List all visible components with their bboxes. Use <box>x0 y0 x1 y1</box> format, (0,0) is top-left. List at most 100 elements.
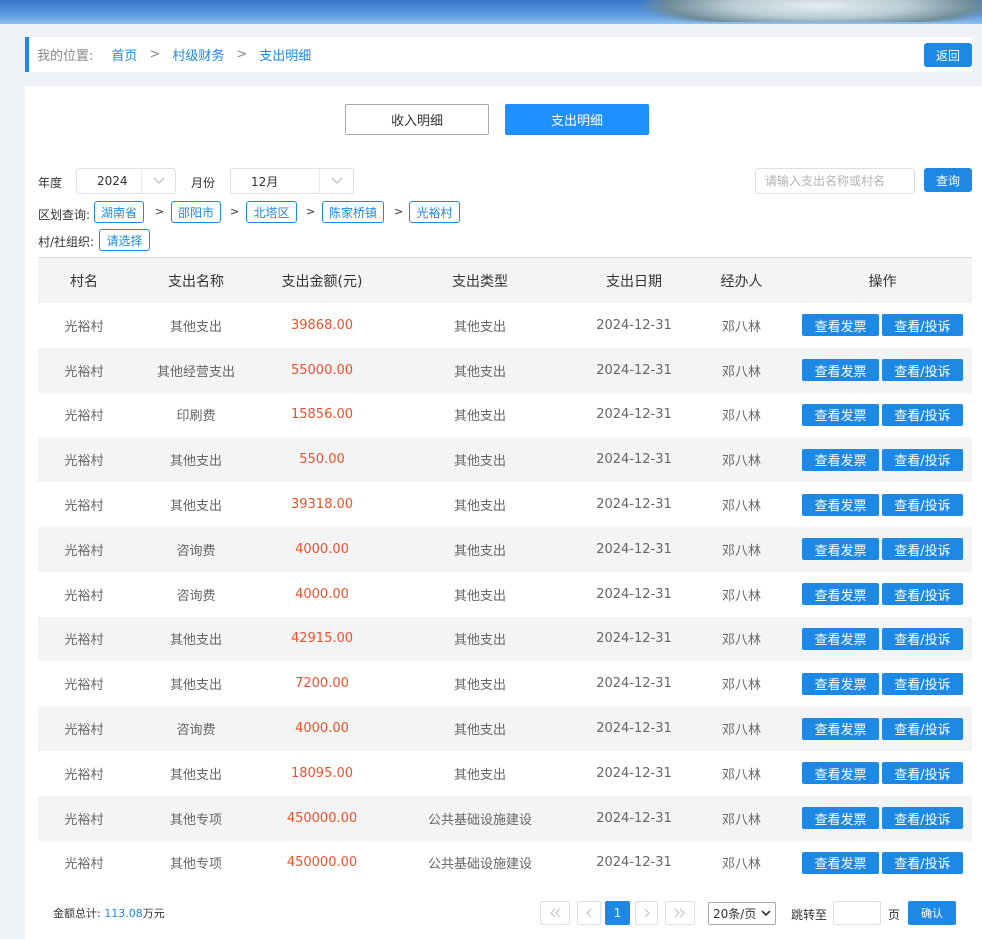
cell-amount: 4000.00 <box>295 721 349 737</box>
breadcrumb-current[interactable]: 支出明细 <box>259 45 311 64</box>
view-invoice-button[interactable]: 查看发票 <box>802 627 879 650</box>
cell-handler: 邓八林 <box>721 857 761 873</box>
cell-date: 2024-12-31 <box>596 407 672 423</box>
org-select-chip[interactable]: 请选择 <box>99 229 150 251</box>
first-page-button[interactable] <box>540 901 570 925</box>
table-row: 光裕村 其他支出 39868.00 其他支出 2024-12-31 邓八林 查看发票 查看/投… <box>38 303 972 348</box>
table-row: 光裕村 其他专项 450000.00 公共基础设施建设 2024-12-31 邓八林 查看发… <box>38 840 972 886</box>
region-district-chip[interactable]: 北塔区 <box>246 201 297 223</box>
cell-handler: 邓八林 <box>721 543 761 559</box>
search-button[interactable]: 查询 <box>924 168 972 192</box>
page-size-value: 20条/页 <box>713 907 757 921</box>
cell-handler: 邓八林 <box>721 454 761 470</box>
tab-income-detail[interactable]: 收入明细 <box>345 104 489 135</box>
table-row: 光裕村 其他经营支出 55000.00 其他支出 2024-12-31 邓八林 查看发票 查看… <box>38 347 972 393</box>
view-invoice-button[interactable]: 查看发票 <box>802 359 879 382</box>
header-amount: 支出金额(元) <box>281 273 363 290</box>
view-complaint-button[interactable]: 查看/投诉 <box>882 314 963 337</box>
cell-type: 其他支出 <box>453 543 506 559</box>
view-invoice-button[interactable]: 查看发票 <box>802 672 879 695</box>
cell-actions: 查看发票 查看/投诉 <box>793 851 972 874</box>
view-invoice-button[interactable]: 查看发票 <box>802 314 879 337</box>
cell-village: 光裕村 <box>64 857 104 873</box>
cell-date: 2024-12-31 <box>596 362 672 378</box>
view-invoice-button[interactable]: 查看发票 <box>802 762 879 785</box>
cell-amount: 39318.00 <box>290 497 354 513</box>
confirm-jump-button[interactable]: 确认 <box>908 901 956 925</box>
prev-page-button[interactable] <box>577 901 601 925</box>
view-invoice-button[interactable]: 查看发票 <box>802 851 879 874</box>
cell-expense-name: 其他专项 <box>169 812 222 828</box>
view-complaint-button[interactable]: 查看/投诉 <box>882 493 963 516</box>
cell-handler: 邓八林 <box>721 633 761 649</box>
cell-amount: 55000.00 <box>290 362 354 378</box>
view-invoice-button[interactable]: 查看发票 <box>802 717 879 740</box>
month-select[interactable]: 12月 <box>230 168 354 194</box>
cell-actions: 查看发票 查看/投诉 <box>793 314 972 337</box>
cell-date: 2024-12-31 <box>596 497 672 513</box>
cell-expense-name: 其他支出 <box>169 678 222 694</box>
view-complaint-button[interactable]: 查看/投诉 <box>882 583 963 606</box>
main-panel: 收入明细 支出明细 年度 2024 月份 12月 查询 区划查询: 湖南省 > … <box>25 86 982 939</box>
cell-handler: 邓八林 <box>721 812 761 828</box>
cell-type: 其他支出 <box>453 364 506 380</box>
table-row: 光裕村 其他支出 18095.00 其他支出 2024-12-31 邓八林 查看发票 查看/投… <box>38 750 972 796</box>
table-row: 光裕村 其他支出 39318.00 其他支出 2024-12-31 邓八林 查看发票 查看/投… <box>38 482 972 527</box>
banner-landscape-image <box>640 0 982 22</box>
breadcrumb-separator: > <box>236 47 248 62</box>
cell-date: 2024-12-31 <box>596 541 672 557</box>
last-page-button[interactable] <box>665 901 695 925</box>
table-row: 光裕村 咨询费 4000.00 其他支出 2024-12-31 邓八林 查看发票 查看/投诉 <box>38 571 972 617</box>
back-button[interactable]: 返回 <box>924 43 972 67</box>
cell-date: 2024-12-31 <box>596 765 672 781</box>
search-input[interactable] <box>755 168 915 194</box>
cell-actions: 查看发票 查看/投诉 <box>793 627 972 650</box>
next-page-button[interactable] <box>635 901 658 925</box>
view-complaint-button[interactable]: 查看/投诉 <box>882 627 963 650</box>
view-invoice-button[interactable]: 查看发票 <box>802 538 879 561</box>
view-invoice-button[interactable]: 查看发票 <box>802 493 879 516</box>
header-expense-name: 支出名称 <box>168 273 224 290</box>
year-select[interactable]: 2024 <box>76 168 176 194</box>
page-number-current[interactable]: 1 <box>605 901 630 925</box>
cell-handler: 邓八林 <box>721 678 761 694</box>
breadcrumb-home-link[interactable]: 首页 <box>111 45 137 64</box>
view-complaint-button[interactable]: 查看/投诉 <box>882 359 963 382</box>
region-province-chip[interactable]: 湖南省 <box>94 201 144 223</box>
cell-village: 光裕村 <box>64 319 104 335</box>
view-complaint-button[interactable]: 查看/投诉 <box>882 403 963 426</box>
year-select-value: 2024 <box>97 174 128 188</box>
header-type: 支出类型 <box>452 273 508 290</box>
view-complaint-button[interactable]: 查看/投诉 <box>882 762 963 785</box>
region-city-chip[interactable]: 邵阳市 <box>171 201 221 223</box>
region-separator: > <box>230 205 240 218</box>
region-town-chip[interactable]: 陈家桥镇 <box>322 201 384 223</box>
cell-village: 光裕村 <box>64 454 104 470</box>
view-invoice-button[interactable]: 查看发票 <box>802 448 879 471</box>
cell-date: 2024-12-31 <box>596 855 672 871</box>
jump-page-input[interactable] <box>833 901 881 925</box>
cell-expense-name: 咨询费 <box>176 543 216 559</box>
view-complaint-button[interactable]: 查看/投诉 <box>882 851 963 874</box>
total-value: 113.08 <box>104 907 143 920</box>
cell-village: 光裕村 <box>64 409 104 425</box>
cell-handler: 邓八林 <box>721 767 761 783</box>
cell-actions: 查看发票 查看/投诉 <box>793 403 972 426</box>
view-complaint-button[interactable]: 查看/投诉 <box>882 672 963 695</box>
cell-expense-name: 其他支出 <box>169 454 222 470</box>
breadcrumb-finance-link[interactable]: 村级财务 <box>172 45 224 64</box>
view-complaint-button[interactable]: 查看/投诉 <box>882 448 963 471</box>
expense-table: 村名 支出名称 支出金额(元) 支出类型 支出日期 经办人 操作 光裕村 其他支出… <box>38 257 972 886</box>
tab-expense-detail[interactable]: 支出明细 <box>505 104 649 135</box>
view-complaint-button[interactable]: 查看/投诉 <box>882 717 963 740</box>
region-village-chip[interactable]: 光裕村 <box>409 201 460 223</box>
view-invoice-button[interactable]: 查看发票 <box>802 403 879 426</box>
view-complaint-button[interactable]: 查看/投诉 <box>882 807 963 830</box>
chevron-left-icon <box>586 908 592 918</box>
page-unit-label: 页 <box>888 908 901 922</box>
page-size-select[interactable]: 20条/页 <box>708 902 776 925</box>
table-row: 光裕村 其他支出 550.00 其他支出 2024-12-31 邓八林 查看发票 查看/投诉 <box>38 437 972 483</box>
view-invoice-button[interactable]: 查看发票 <box>802 583 879 606</box>
view-invoice-button[interactable]: 查看发票 <box>802 807 879 830</box>
view-complaint-button[interactable]: 查看/投诉 <box>882 538 963 561</box>
